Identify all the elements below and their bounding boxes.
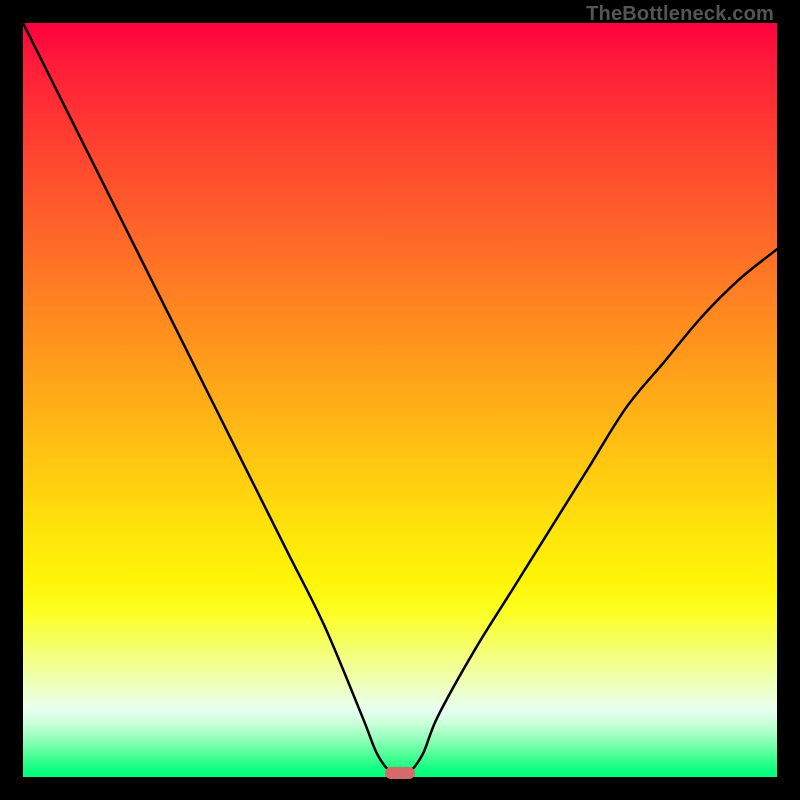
attribution-label: TheBottleneck.com [586, 3, 774, 26]
optimum-marker [385, 767, 415, 779]
chart-frame: TheBottleneck.com [0, 0, 800, 800]
plot-area [23, 23, 777, 777]
bottleneck-curve [23, 23, 777, 777]
